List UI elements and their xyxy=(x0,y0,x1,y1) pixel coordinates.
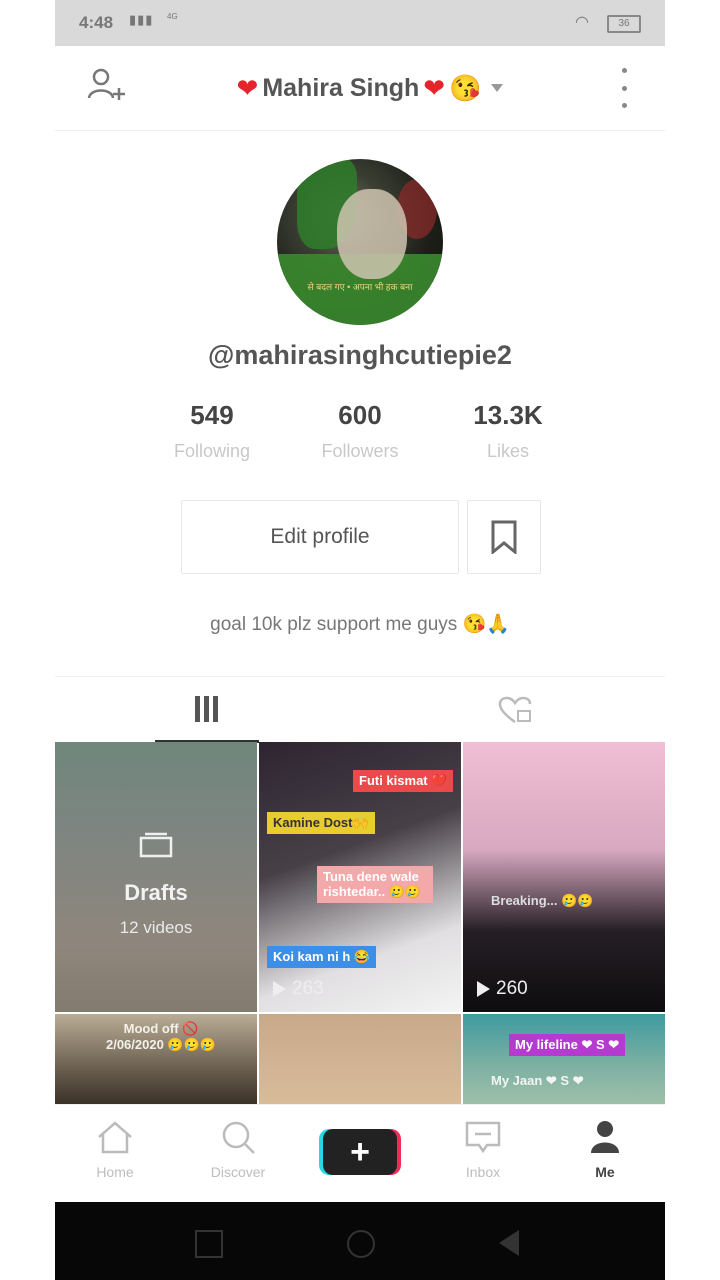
system-nav-bar xyxy=(55,1202,665,1280)
right-margin xyxy=(665,0,720,1280)
nav-discover[interactable]: Discover xyxy=(188,1119,288,1180)
back-button[interactable] xyxy=(499,1230,519,1256)
play-count: 260 xyxy=(477,978,528,1000)
video-caption: Koi kam ni h 😂 xyxy=(267,946,377,968)
grid-icon xyxy=(195,695,218,722)
liked-lock-icon xyxy=(498,696,532,724)
username: @mahirasinghcutiepie2 xyxy=(208,340,512,370)
search-icon xyxy=(222,1121,255,1154)
home-icon xyxy=(98,1121,132,1154)
nav-home[interactable]: Home xyxy=(65,1119,165,1180)
bookmark-icon xyxy=(491,520,517,554)
drafts-label: Drafts xyxy=(124,880,188,905)
video-grid: Drafts 12 videos Futi kismat 💔 Kamine Do… xyxy=(55,742,665,1104)
play-count-value: 263 xyxy=(292,978,324,999)
edit-profile-button[interactable]: Edit profile xyxy=(181,500,459,574)
drafts-count: 12 videos xyxy=(119,918,193,937)
nav-inbox-label: Inbox xyxy=(465,1164,501,1180)
bookmark-button[interactable] xyxy=(467,500,541,574)
home-system-button[interactable] xyxy=(347,1230,375,1258)
followers-count: 600 xyxy=(338,400,382,430)
video-caption: Mood off 🚫 2/06/2020 🥲🥲🥲 xyxy=(105,1021,216,1052)
likes-label: Likes xyxy=(486,441,530,461)
video-caption: Breaking... 🥲🥲 xyxy=(491,893,594,908)
add-user-icon[interactable] xyxy=(87,66,127,106)
nav-inbox[interactable]: Inbox xyxy=(433,1119,533,1180)
content-tabs xyxy=(55,676,665,743)
video-caption: Tuna dene wale rishtedar.. 🥲🥲 xyxy=(317,866,433,903)
chevron-down-icon xyxy=(491,84,504,92)
video-tile[interactable]: Breaking... 🥲🥲 260 xyxy=(463,742,665,1012)
nav-me[interactable]: Me xyxy=(555,1119,655,1180)
bottom-nav: Home Discover + Inbox Me xyxy=(55,1104,665,1203)
drafts-icon xyxy=(139,832,173,858)
left-margin xyxy=(0,0,55,1280)
avatar-caption: से बदल गए • अपना भी हक बना xyxy=(307,282,413,292)
status-time: 4:48 xyxy=(79,13,114,32)
video-tile[interactable] xyxy=(259,1014,461,1104)
video-caption: Kamine Dost🙌 xyxy=(267,812,375,834)
stat-following[interactable]: 549 Following xyxy=(147,400,277,462)
following-count: 549 xyxy=(190,400,234,430)
status-bar: 4:48 ▮▮▮ 4G ◠ 36 xyxy=(55,0,665,46)
following-label: Following xyxy=(173,441,251,461)
nav-home-label: Home xyxy=(96,1164,134,1180)
tab-videos[interactable] xyxy=(155,677,259,743)
stat-likes[interactable]: 13.3K Likes xyxy=(443,400,573,462)
more-options-icon[interactable] xyxy=(619,68,629,108)
profile-icon xyxy=(591,1121,619,1153)
phone-screen: 4:48 ▮▮▮ 4G ◠ 36 ❤ Mahira Singh ❤ 😘 से ब… xyxy=(55,0,665,1280)
video-caption: My lifeline ❤ S ❤ xyxy=(509,1034,626,1056)
tab-liked[interactable] xyxy=(463,677,567,743)
profile-header: ❤ Mahira Singh ❤ 😘 xyxy=(55,46,665,131)
nav-discover-label: Discover xyxy=(210,1164,266,1180)
account-switcher[interactable]: ❤ Mahira Singh ❤ 😘 xyxy=(215,68,525,108)
bio: goal 10k plz support me guys 😘🙏 xyxy=(210,614,510,635)
video-tile[interactable]: Futi kismat 💔 Kamine Dost🙌 Tuna dene wal… xyxy=(259,742,461,1012)
heart-icon: ❤ xyxy=(236,72,259,103)
drafts-tile[interactable]: Drafts 12 videos xyxy=(55,742,257,1012)
stat-followers[interactable]: 600 Followers xyxy=(295,400,425,462)
battery-icon: 36 xyxy=(607,15,641,33)
play-count: 263 xyxy=(273,978,324,1000)
nav-me-label: Me xyxy=(595,1164,615,1180)
video-tile[interactable]: My lifeline ❤ S ❤ My Jaan ❤ S ❤ xyxy=(463,1014,665,1104)
inbox-icon xyxy=(465,1121,501,1154)
video-caption: My Jaan ❤ S ❤ xyxy=(491,1073,584,1088)
play-count-value: 260 xyxy=(496,978,528,999)
create-video-button[interactable]: + xyxy=(323,1129,397,1175)
recents-button[interactable] xyxy=(195,1230,223,1258)
signal-icon: ▮▮▮ xyxy=(129,12,154,27)
kiss-emoji-icon: 😘 xyxy=(449,72,482,103)
wifi-icon: ◠ xyxy=(575,14,589,31)
likes-count: 13.3K xyxy=(473,400,543,430)
video-caption: Futi kismat 💔 xyxy=(353,770,454,792)
followers-label: Followers xyxy=(321,441,399,461)
video-tile[interactable]: Mood off 🚫 2/06/2020 🥲🥲🥲 xyxy=(55,1014,257,1104)
avatar[interactable]: से बदल गए • अपना भी हक बना xyxy=(277,159,443,325)
play-icon xyxy=(477,981,490,997)
network-label: 4G xyxy=(167,12,178,21)
profile-name: Mahira Singh xyxy=(262,73,420,102)
play-icon xyxy=(273,981,286,997)
heart-icon: ❤ xyxy=(423,72,446,103)
